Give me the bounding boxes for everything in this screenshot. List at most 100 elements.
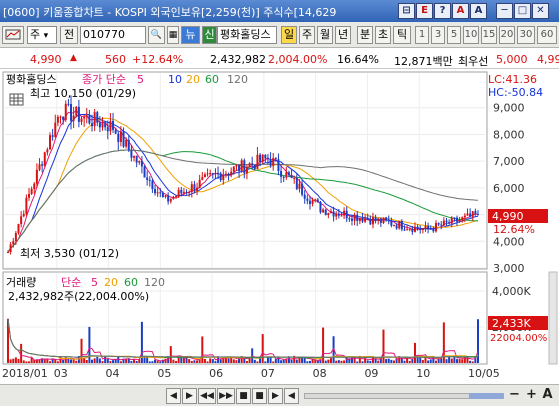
volume-bar	[411, 359, 414, 363]
table-icon[interactable]	[9, 93, 24, 106]
volume-bar	[421, 359, 424, 363]
interval-5-button[interactable]: 5	[447, 26, 461, 44]
candle-body	[85, 115, 88, 117]
window-title: [0600] 키움종합차트 - KOSPI 외국인보유[2,259(천)] 주식…	[3, 6, 337, 19]
font-up-button[interactable]: A	[452, 3, 469, 19]
candle-body	[238, 165, 241, 172]
candle-body	[280, 170, 283, 177]
price-tick-label: 3,000	[493, 262, 525, 275]
candle-body	[17, 224, 20, 234]
time-tick-label: 04	[106, 367, 120, 380]
volume-bar	[28, 361, 31, 363]
minimize-button[interactable]: ─	[496, 3, 513, 19]
candle-body	[290, 175, 293, 179]
interval-20-button[interactable]: 20	[499, 26, 515, 44]
scrollbar[interactable]	[548, 271, 558, 365]
stock-code-input[interactable]: 010770	[80, 26, 146, 44]
candle-body	[316, 199, 319, 202]
chart-menu-button[interactable]	[2, 26, 24, 44]
volume-ma60-label: 60	[124, 276, 138, 289]
candle-body	[411, 228, 414, 232]
layout-button[interactable]: ⊟	[398, 3, 415, 19]
candle-body	[62, 116, 65, 120]
interval-3-button[interactable]: 3	[431, 26, 445, 44]
candle-body	[209, 173, 212, 175]
volume-bar	[450, 358, 453, 363]
chart-area[interactable]: 평화홀딩스 종가 단순 5 10 20 60 120 최고 10,150 (01…	[0, 70, 559, 384]
interval-1-button[interactable]: 1	[415, 26, 429, 44]
period-year-button[interactable]: 년	[335, 26, 351, 44]
volume-bar	[114, 359, 117, 363]
candle-body	[112, 120, 115, 130]
volume-bar	[9, 359, 12, 363]
price-change-percent: +12.64%	[132, 53, 184, 66]
close-button[interactable]: ✕	[532, 3, 549, 19]
help-button[interactable]: ?	[434, 3, 451, 19]
volume-bar	[458, 358, 461, 363]
candle-body	[269, 159, 272, 166]
scroll-left-button[interactable]: ◀	[166, 388, 181, 404]
period-week-button[interactable]: 주	[299, 26, 315, 44]
scroll-start-button[interactable]: ◀◀	[198, 388, 216, 404]
candle-body	[217, 173, 220, 175]
candle-body	[59, 116, 62, 118]
volume-bar	[151, 361, 154, 363]
current-price-marker-label: 4,990	[492, 210, 524, 223]
time-tick-label: 2018/01	[2, 367, 48, 380]
candle-body	[240, 160, 243, 172]
scroll-right-button[interactable]: ▶	[182, 388, 197, 404]
time-tick-label: 08	[313, 367, 327, 380]
candle-body	[343, 210, 346, 216]
font-down-button[interactable]: A	[470, 3, 487, 19]
volume-bar	[169, 346, 172, 363]
candle-body	[442, 220, 445, 226]
prev-code-button[interactable]: 전	[60, 26, 78, 44]
period-minute-button[interactable]: 분	[357, 26, 373, 44]
period-tick-button[interactable]: 틱	[393, 26, 411, 44]
candle-body	[314, 199, 317, 201]
volume-bar	[413, 342, 416, 363]
period-month-button[interactable]: 월	[317, 26, 333, 44]
stock-chart[interactable]: 평화홀딩스 종가 단순 5 10 20 60 120 최고 10,150 (01…	[0, 70, 559, 384]
scroll-thumb[interactable]	[469, 393, 503, 399]
volume-bar	[49, 361, 52, 363]
volume-ma-title: 단순	[61, 276, 81, 289]
volume-bar	[235, 360, 238, 363]
stop-button[interactable]: ■	[236, 388, 251, 404]
volume-bar	[327, 359, 330, 363]
scroll-end-button[interactable]: ▶▶	[217, 388, 235, 404]
stock-name-field[interactable]: 평화홀딩스	[217, 26, 277, 44]
volume-bar	[337, 360, 340, 363]
back-button[interactable]: ◀	[284, 388, 299, 404]
interval-10-button[interactable]: 10	[463, 26, 479, 44]
candle-body	[135, 155, 138, 163]
search-icon[interactable]: 🔍	[148, 26, 165, 44]
play-button[interactable]: ▶	[268, 388, 283, 404]
candle-body	[364, 218, 367, 222]
candle-body	[329, 211, 332, 214]
candle-body	[350, 218, 353, 221]
interval-30-button[interactable]: 30	[517, 26, 535, 44]
excel-button[interactable]: E	[416, 3, 433, 19]
interval-15-button[interactable]: 15	[481, 26, 497, 44]
period-second-button[interactable]: 초	[375, 26, 391, 44]
scroll-track[interactable]	[304, 393, 504, 399]
interval-60-button[interactable]: 60	[537, 26, 557, 44]
candle-body	[337, 213, 340, 216]
period-day-button[interactable]: 일	[281, 26, 297, 44]
news-button[interactable]: 뉴	[181, 26, 200, 44]
volume-bar	[324, 360, 327, 363]
zoom-in-button[interactable]: +	[524, 388, 539, 404]
candle-body	[245, 167, 248, 174]
pause-button[interactable]: ■	[252, 388, 267, 404]
maximize-button[interactable]: □	[514, 3, 531, 19]
market-select[interactable]: 주 ▾	[27, 26, 57, 44]
candle-body	[177, 189, 180, 197]
candle-body	[196, 187, 199, 191]
volume-percent-label: 22004.00%	[490, 333, 547, 344]
keypad-icon[interactable]: ▦	[167, 26, 179, 44]
volume-bar	[106, 358, 109, 363]
zoom-out-button[interactable]: −	[507, 388, 522, 404]
auto-scale-button[interactable]: A	[540, 388, 555, 404]
credit-button[interactable]: 신	[202, 26, 217, 44]
